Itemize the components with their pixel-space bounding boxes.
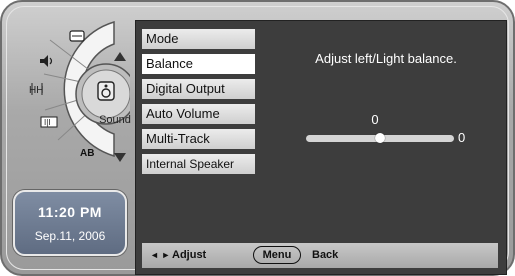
sound-icon[interactable] bbox=[95, 80, 117, 102]
equalizer-icon[interactable]: HH bbox=[28, 82, 50, 96]
multi-track-icon[interactable]: I|I bbox=[40, 116, 58, 128]
clock-display: 11:20 PM Sep.11, 2006 bbox=[13, 190, 127, 256]
svg-text:HH: HH bbox=[29, 85, 43, 96]
tv-osd-frame: HH I|I Sound AB 11:20 PM Sep.11, 2006 Mo… bbox=[0, 0, 515, 276]
menu-item-digital-output[interactable]: Digital Output bbox=[142, 79, 255, 99]
adjust-label: Adjust bbox=[172, 249, 207, 261]
help-bar: ◄ ► Adjust Menu Back bbox=[142, 243, 498, 268]
balance-side-value: 0 bbox=[458, 130, 466, 145]
settings-panel: Mode Balance Digital Output Auto Volume … bbox=[135, 20, 507, 275]
display-icon[interactable] bbox=[69, 30, 85, 42]
menu-item-mode[interactable]: Mode bbox=[142, 29, 255, 49]
left-right-arrows-icon: ◄ ► bbox=[150, 250, 171, 260]
ab-label[interactable]: AB bbox=[80, 148, 94, 159]
menu-button[interactable]: Menu bbox=[253, 246, 301, 264]
back-label: Back bbox=[312, 249, 339, 261]
balance-value: 0 bbox=[371, 112, 379, 127]
up-arrow-icon[interactable] bbox=[114, 52, 126, 61]
sound-label: Sound bbox=[99, 114, 131, 126]
balance-slider[interactable] bbox=[306, 133, 454, 143]
clock-date: Sep.11, 2006 bbox=[34, 229, 106, 243]
down-arrow-icon[interactable] bbox=[114, 153, 126, 162]
nav-wheel: HH I|I Sound AB bbox=[14, 16, 131, 162]
clock-time: 11:20 PM bbox=[38, 204, 102, 220]
menu-item-internal-speaker[interactable]: Internal Speaker bbox=[142, 154, 255, 174]
svg-text:I|I: I|I bbox=[44, 118, 51, 127]
menu-item-balance[interactable]: Balance bbox=[142, 54, 255, 74]
balance-prompt: Adjust left/Light balance. bbox=[315, 51, 457, 66]
menu-item-auto-volume[interactable]: Auto Volume bbox=[142, 104, 255, 124]
menu-item-multi-track[interactable]: Multi-Track bbox=[142, 129, 255, 149]
sound-menu: Mode Balance Digital Output Auto Volume … bbox=[142, 29, 255, 179]
speaker-icon[interactable] bbox=[38, 53, 56, 69]
balance-slider-knob[interactable] bbox=[375, 133, 385, 143]
